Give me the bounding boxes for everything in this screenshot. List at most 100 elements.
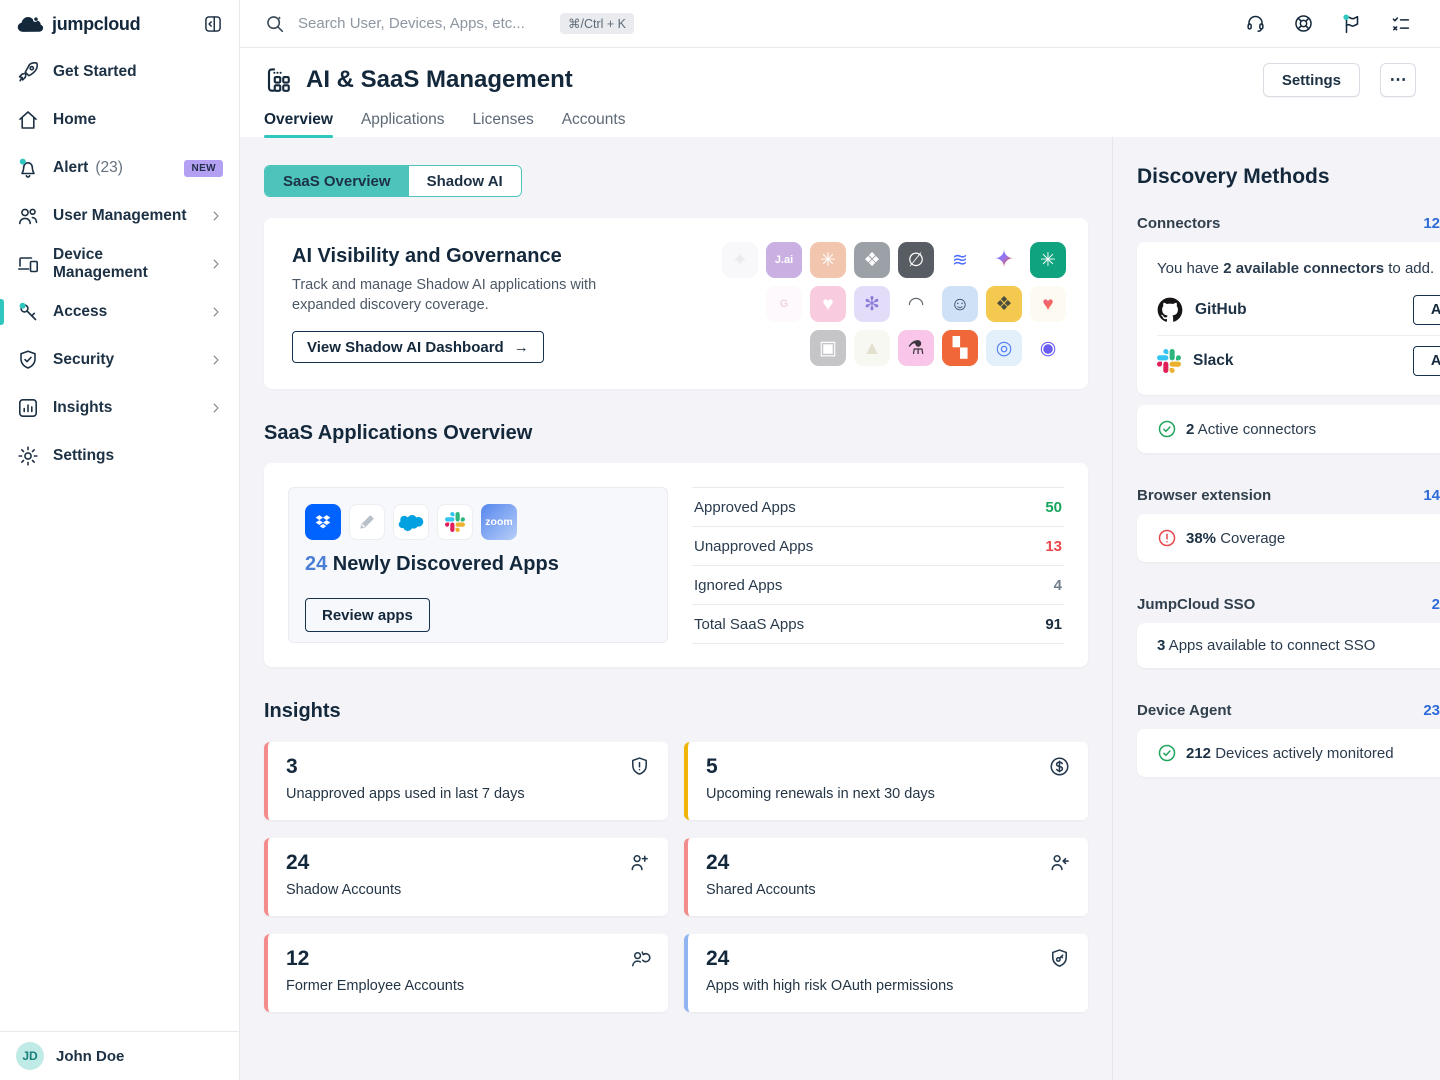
stat-value: 4	[1054, 577, 1062, 594]
insight-shared-accounts[interactable]: 24 Shared Accounts	[684, 838, 1088, 916]
discovered-apps-headline: 24 Newly Discovered Apps	[305, 553, 651, 576]
sidebar-item-label: Settings	[53, 447, 114, 465]
chevron-right-icon	[209, 305, 223, 319]
jai-icon: J.ai	[766, 242, 802, 278]
support-headset-button[interactable]	[1245, 13, 1266, 34]
jumpcloud-logo-icon	[16, 15, 44, 33]
sidebar-collapse-button[interactable]	[201, 12, 225, 36]
sidebar-item-settings[interactable]: Settings	[0, 432, 239, 480]
heart-ai-icon: ♥	[810, 286, 846, 322]
view-shadow-ai-dashboard-button[interactable]: View Shadow AI Dashboard →	[292, 331, 544, 363]
user-plus-icon	[628, 851, 651, 874]
user-name: John Doe	[56, 1048, 124, 1065]
discovered-count: 24	[305, 553, 327, 575]
chevron-right-icon	[209, 257, 223, 271]
insight-unapproved-apps[interactable]: 3 Unapproved apps used in last 7 days	[264, 742, 668, 820]
toggle-shadow-ai[interactable]: Shadow AI	[409, 166, 521, 196]
insights-title: Insights	[264, 700, 1088, 723]
layers-ai-icon: ❖	[986, 286, 1022, 322]
faded-triangle-icon: ▲	[854, 330, 890, 366]
device-agent-count-link[interactable]: 23	[1423, 702, 1440, 719]
tab-applications[interactable]: Applications	[361, 111, 445, 138]
sidebar-item-label: Alert	[53, 159, 88, 177]
devices-icon	[16, 252, 40, 276]
zoom-icon: zoom	[481, 504, 517, 540]
sidebar-item-label: Get Started	[53, 63, 137, 81]
discovery-methods-title: Discovery Methods	[1137, 165, 1440, 189]
stat-total-saas-apps: Total SaaS Apps91	[692, 605, 1064, 644]
user-menu[interactable]: JD John Doe	[0, 1031, 239, 1080]
jumpcloud-sso-count-link[interactable]: 2	[1432, 596, 1440, 613]
sidebar: jumpcloud Get Started Home Alert (23) NE…	[0, 0, 240, 1080]
topbar: ⌘/Ctrl + K	[240, 0, 1440, 48]
stat-value: 13	[1045, 538, 1062, 555]
gradient-heart-icon: ♥	[1030, 286, 1066, 322]
insight-shadow-accounts[interactable]: 24 Shadow Accounts	[264, 838, 668, 916]
device-agent-heading-row: Device Agent 23	[1137, 702, 1440, 719]
salesforce-icon	[393, 504, 429, 540]
sidebar-item-insights[interactable]: Insights	[0, 384, 239, 432]
avatar-ai-icon: ☺	[942, 286, 978, 322]
more-options-button[interactable]: ⋯	[1380, 63, 1416, 97]
chevron-right-icon	[209, 401, 223, 415]
connectors-intro: You have 2 available connectors to add.	[1157, 260, 1440, 277]
sidebar-item-access[interactable]: Access	[0, 288, 239, 336]
main-content: SaaS Overview Shadow AI AI Visibility an…	[264, 137, 1088, 1012]
search-input[interactable]	[298, 15, 548, 32]
connector-row-github: GitHub Add	[1157, 285, 1440, 335]
face-ai-icon: ◉	[1030, 330, 1066, 366]
whats-new-flag-button[interactable]	[1341, 13, 1363, 35]
review-apps-button[interactable]: Review apps	[305, 598, 430, 632]
arcs-ai-icon: ◠	[898, 286, 934, 322]
deepseek-whale-icon: ≋	[942, 242, 978, 278]
sidebar-item-get-started[interactable]: Get Started	[0, 48, 239, 96]
tasks-checklist-button[interactable]	[1390, 13, 1412, 35]
stat-approved-apps: Approved Apps50	[692, 488, 1064, 527]
tab-accounts[interactable]: Accounts	[562, 111, 626, 138]
tab-overview[interactable]: Overview	[264, 111, 333, 138]
faded-app-icon: ✦	[722, 242, 758, 278]
rocket-icon	[16, 60, 40, 84]
openai-icon: ✳	[1030, 242, 1066, 278]
check-circle-icon	[1157, 743, 1177, 763]
connectors-count-link[interactable]: 12	[1423, 215, 1440, 232]
connectors-card: You have 2 available connectors to add. …	[1137, 242, 1440, 395]
stat-value: 50	[1045, 499, 1062, 516]
add-slack-connector-button[interactable]: Add	[1413, 346, 1440, 376]
connectors-heading: Connectors	[1137, 215, 1220, 232]
new-badge: NEW	[184, 160, 223, 177]
chevron-right-icon	[209, 353, 223, 367]
chevron-right-icon	[209, 209, 223, 223]
sidebar-nav: Get Started Home Alert (23) NEW User Man…	[0, 48, 239, 480]
claude-starburst-icon: ✳	[810, 242, 846, 278]
sidebar-item-user-management[interactable]: User Management	[0, 192, 239, 240]
add-github-connector-button[interactable]: Add	[1413, 295, 1440, 325]
ai-visibility-card: AI Visibility and Governance Track and m…	[264, 218, 1088, 389]
stat-value: 91	[1045, 616, 1062, 633]
ai-saas-management-icon	[264, 65, 294, 95]
key-icon	[16, 300, 40, 324]
insight-high-risk-oauth[interactable]: 24 Apps with high risk OAuth permissions	[684, 934, 1088, 1012]
sidebar-item-device-management[interactable]: Device Management	[0, 240, 239, 288]
toggle-saas-overview[interactable]: SaaS Overview	[265, 166, 409, 196]
flask-ai-icon: ⚗	[898, 330, 934, 366]
sidebar-item-alert[interactable]: Alert (23) NEW	[0, 144, 239, 192]
sidebar-item-security[interactable]: Security	[0, 336, 239, 384]
browser-extension-count-link[interactable]: 14	[1423, 487, 1440, 504]
ring-ai-icon: ◎	[986, 330, 1022, 366]
browser-extension-card: 38% Coverage	[1137, 514, 1440, 562]
alert-count: (23)	[95, 159, 123, 177]
user-shared-icon	[1048, 851, 1071, 874]
sidebar-item-home[interactable]: Home	[0, 96, 239, 144]
insights-grid: 3 Unapproved apps used in last 7 days 5 …	[264, 742, 1088, 1012]
insight-upcoming-renewals[interactable]: 5 Upcoming renewals in next 30 days	[684, 742, 1088, 820]
stat-ignored-apps: Ignored Apps4	[692, 566, 1064, 605]
help-lifebuoy-button[interactable]	[1293, 13, 1314, 34]
ai-search-icon	[264, 13, 286, 35]
insight-former-employee-accounts[interactable]: 12 Former Employee Accounts	[264, 934, 668, 1012]
tab-licenses[interactable]: Licenses	[473, 111, 534, 138]
page-settings-button[interactable]: Settings	[1263, 63, 1360, 97]
bar-chart-icon	[16, 396, 40, 420]
device-agent-card: 212 Devices actively monitored	[1137, 729, 1440, 777]
connectors-heading-row: Connectors 12	[1137, 215, 1440, 232]
